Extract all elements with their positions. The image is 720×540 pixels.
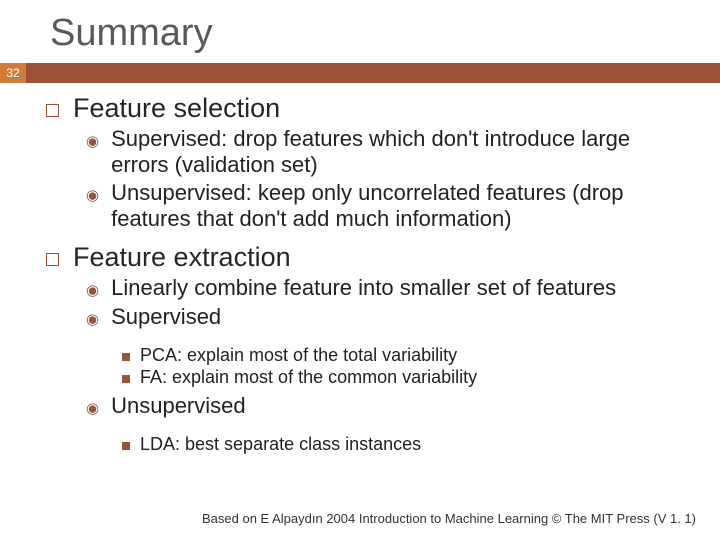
accent-ribbon: 32 [0,63,720,83]
level2-label: Unsupervised: keep only uncorrelated fea… [111,180,690,232]
solid-square-bullet-icon [122,353,130,361]
target-bullet-icon: ◉ [86,185,99,207]
target-bullet-icon: ◉ [86,398,99,420]
list-item: ◉ Unsupervised: keep only uncorrelated f… [86,180,690,232]
list-item: Feature extraction ◉ Linearly combine fe… [46,242,690,464]
target-bullet-icon: ◉ [86,309,99,331]
level1-label: Feature selection [73,93,280,124]
level2-list: ◉ Supervised: drop features which don't … [46,124,690,238]
list-item: ◉ Linearly combine feature into smaller … [86,275,690,302]
level2-label: Supervised: drop features which don't in… [111,126,690,178]
level2-list: ◉ Linearly combine feature into smaller … [46,273,690,464]
content-area: Feature selection ◉ Supervised: drop fea… [0,83,720,464]
target-bullet-icon: ◉ [86,280,99,302]
list-item: Feature selection ◉ Supervised: drop fea… [46,93,690,238]
level1-label: Feature extraction [73,242,291,273]
level1-list: Feature selection ◉ Supervised: drop fea… [46,93,690,464]
slide: Summary 32 Feature selection ◉ Supervise… [0,0,720,540]
target-bullet-icon: ◉ [86,131,99,153]
list-item: ◉ Supervised PCA: explain most of the to… [86,304,690,391]
solid-square-bullet-icon [122,442,130,450]
list-item: PCA: explain most of the total variabili… [122,345,690,366]
list-item: FA: explain most of the common variabili… [122,367,690,388]
list-item: ◉ Unsupervised LDA: best separate class … [86,393,690,458]
level2-label: Linearly combine feature into smaller se… [111,275,616,301]
solid-square-bullet-icon [122,375,130,383]
level3-label: FA: explain most of the common variabili… [140,367,477,388]
level2-label: Supervised [111,304,221,330]
level3-list: LDA: best separate class instances [86,432,690,458]
level2-label: Unsupervised [111,393,246,419]
level3-label: PCA: explain most of the total variabili… [140,345,457,366]
list-item: LDA: best separate class instances [122,434,690,455]
square-bullet-icon [46,104,59,117]
level3-list: PCA: explain most of the total variabili… [86,343,690,391]
footer-citation: Based on E Alpaydın 2004 Introduction to… [202,511,696,526]
slide-title: Summary [0,0,720,63]
square-bullet-icon [46,253,59,266]
page-number-badge: 32 [0,63,26,83]
list-item: ◉ Supervised: drop features which don't … [86,126,690,178]
level3-label: LDA: best separate class instances [140,434,421,455]
